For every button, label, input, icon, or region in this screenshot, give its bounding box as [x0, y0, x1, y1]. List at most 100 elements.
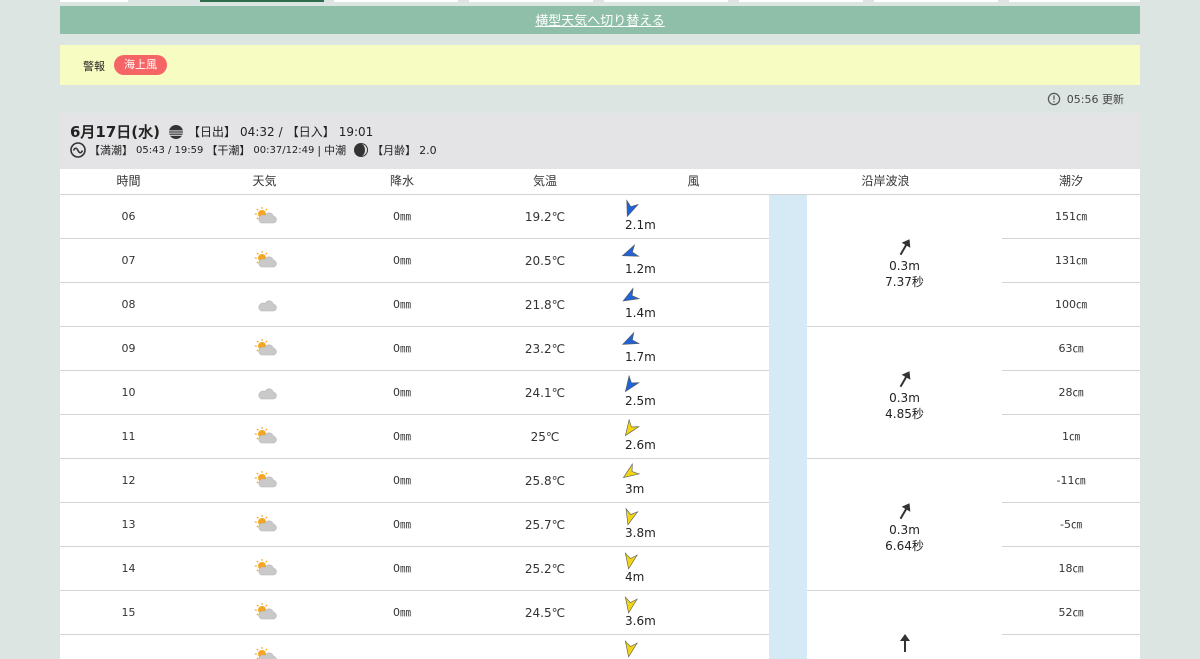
top-tab[interactable] — [60, 0, 128, 2]
cell-hour: 10 — [121, 386, 136, 399]
cell-tide: -11㎝ — [1056, 474, 1086, 487]
cell-wind-speed: 1.2m — [625, 262, 656, 276]
cell-wind-speed: 1.4m — [625, 306, 656, 320]
col-header-tide: 潮汐 — [1058, 174, 1083, 188]
cell-tide: 18㎝ — [1058, 562, 1084, 575]
cell-precip: 0㎜ — [393, 562, 411, 575]
cell-hour: 14 — [121, 562, 136, 575]
cell-precip: 0㎜ — [393, 298, 411, 311]
moon-age: 2.0 — [419, 143, 437, 157]
cell-precip: 0㎜ — [393, 342, 411, 355]
top-tab[interactable] — [604, 0, 728, 2]
wind-arrow-icon — [622, 287, 640, 302]
cell-hour: 15 — [121, 606, 136, 619]
sunset-time: 19:01 — [338, 124, 374, 139]
cell-temp: 25℃ — [530, 430, 560, 444]
cloudy-icon — [258, 388, 277, 400]
sunrise-time: 04:32 — [240, 124, 275, 139]
day-header: 6月17日(水) 【日出】 04:32 / 【日入】 19:01 【満潮】 05… — [60, 113, 1140, 169]
sunny-cloudy-icon — [254, 515, 277, 532]
col-header-time: 時間 — [116, 174, 141, 188]
switch-layout-link[interactable]: 横型天気へ切り替える — [535, 14, 665, 29]
col-header-precip: 降水 — [389, 174, 414, 188]
top-tab-active[interactable] — [200, 0, 324, 2]
moon-icon — [354, 143, 369, 157]
cell-tide: 131㎝ — [1055, 254, 1087, 267]
wave-direction-icon — [899, 503, 910, 520]
cell-precip: 0㎜ — [393, 518, 411, 531]
tide-type: 中潮 — [324, 144, 347, 157]
update-info: 05:56 更新 — [1047, 91, 1124, 107]
cell-precip: 0㎜ — [393, 430, 411, 443]
sunny-cloudy-icon — [254, 559, 277, 576]
cell-temp: 24.1℃ — [524, 386, 566, 400]
wind-arrow-icon — [625, 507, 639, 526]
cell-temp: 23.2℃ — [524, 342, 566, 356]
wind-arrow-icon — [624, 640, 638, 658]
tide-wave-icon — [70, 142, 86, 158]
cell-temp: 21.8℃ — [524, 298, 566, 312]
alert-badge-marine-wind[interactable]: 海上風 — [114, 55, 167, 75]
day-date: 6月17日(水) — [70, 123, 161, 141]
top-tab[interactable] — [1009, 0, 1140, 2]
high-tide-times: 05:43 / 19:59 — [136, 144, 204, 156]
low-tide-times: 00:37/12:49 — [253, 144, 315, 156]
cell-wind-speed: 2.5m — [625, 394, 656, 408]
wave-height: 0.3m — [889, 259, 920, 273]
top-tab[interactable] — [469, 0, 593, 2]
cell-temp: 19.2℃ — [524, 210, 566, 224]
top-tab[interactable] — [334, 0, 458, 2]
col-header-temp: 気温 — [532, 174, 557, 188]
wave-period: 4.85秒 — [885, 407, 924, 421]
cell-hour: 09 — [121, 342, 136, 355]
cell-hour: 08 — [121, 298, 136, 311]
wind-arrow-icon — [622, 331, 640, 345]
cell-hour: 11 — [121, 430, 136, 443]
cell-precip: 0㎜ — [393, 606, 411, 619]
cell-wind-speed: 3.8m — [625, 526, 656, 540]
wave-height: 0.3m — [889, 391, 920, 405]
cell-precip: 0㎜ — [393, 386, 411, 399]
cell-wind-speed: 3.6m — [625, 614, 656, 628]
cell-temp: 20.5℃ — [524, 254, 566, 268]
wave-direction-icon — [899, 371, 910, 388]
wave-group: 0.3m 6.64秒 — [807, 501, 1002, 554]
cell-precip: 0㎜ — [393, 210, 411, 223]
cloudy-icon — [258, 300, 277, 312]
cell-tide: -5㎝ — [1060, 518, 1082, 531]
sun-horizon-icon — [169, 124, 184, 139]
tide-separator: | — [317, 143, 322, 157]
info-icon[interactable] — [1047, 92, 1061, 106]
cell-hour: 06 — [121, 210, 136, 223]
wind-arrow-icon — [624, 596, 638, 614]
cell-temp: 24.5℃ — [524, 606, 566, 620]
cell-wind-speed: 3m — [625, 482, 645, 496]
wave-group: 0.3m 4.85秒 — [807, 369, 1002, 422]
cell-tide: 151㎝ — [1055, 210, 1087, 223]
cell-temp: 25.7℃ — [524, 518, 566, 532]
cell-wind-speed: 4m — [625, 570, 645, 584]
top-tab[interactable] — [874, 0, 998, 2]
cell-tide: 100㎝ — [1055, 298, 1087, 311]
table-row: 06 0㎜ 19.2℃ 2.1m 151㎝ — [60, 195, 1140, 239]
wave-group — [807, 633, 1002, 655]
sunset-label: 【日入】 — [286, 125, 335, 139]
cell-hour: 12 — [121, 474, 136, 487]
wave-direction-icon — [899, 634, 910, 652]
cell-tide: 1㎝ — [1062, 430, 1080, 443]
cell-wind-speed: 2.6m — [625, 438, 656, 452]
sunrise-label: 【日出】 — [188, 125, 237, 139]
switch-bar: 横型天気へ切り替える — [60, 6, 1140, 34]
update-time: 05:56 — [1066, 93, 1099, 106]
wave-group: 0.3m 7.37秒 — [807, 237, 1002, 290]
cell-tide: 28㎝ — [1058, 386, 1084, 399]
wave-period: 7.37秒 — [885, 275, 924, 289]
cell-precip — [332, 635, 472, 659]
top-tab[interactable] — [739, 0, 863, 2]
table-row: 12 0㎜ 25.8℃ 3m -11㎝ — [60, 459, 1140, 503]
wind-arrow-icon — [621, 244, 640, 257]
sun-separator: / — [278, 124, 283, 139]
col-header-wind: 風 — [687, 174, 700, 188]
high-tide-label: 【満潮】 — [89, 144, 133, 157]
cell-wind-speed: 1.7m — [625, 350, 656, 364]
